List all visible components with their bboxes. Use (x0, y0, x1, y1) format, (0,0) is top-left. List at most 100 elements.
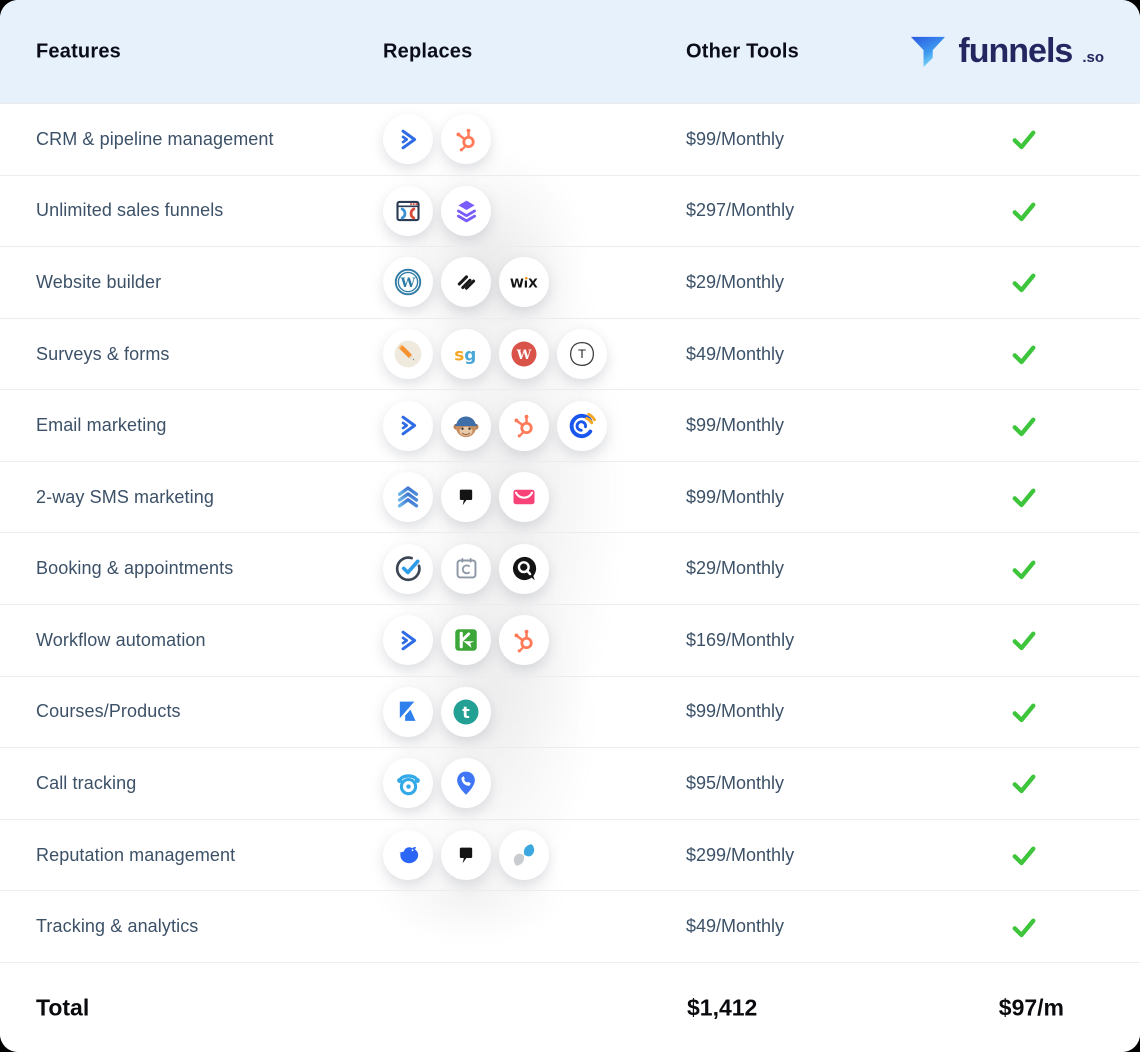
other-tools-price-cell: $49/Monthly (686, 344, 940, 365)
feature-cell: Booking & appointments (0, 558, 383, 579)
svg-text:T: T (577, 347, 586, 361)
other-tools-total: $1,412 (687, 994, 757, 1021)
other-tools-price-cell: $299/Monthly (686, 845, 940, 866)
feature-cell: 2-way SMS marketing (0, 487, 383, 508)
other-tools-price-cell: $99/Monthly (686, 701, 940, 722)
sms-chevrons-icon (383, 472, 433, 522)
other-tools-price-cell: $29/Monthly (686, 558, 940, 579)
svg-text:W: W (516, 348, 532, 363)
feature-cell: Email marketing (0, 415, 383, 436)
mailchimp-icon (441, 401, 491, 451)
feature-row: Unlimited sales funnels$297/Monthly (0, 175, 1140, 247)
activecampaign-icon (383, 615, 433, 665)
teachable-icon: t (441, 687, 491, 737)
included-check-icon (1009, 124, 1039, 154)
activecampaign-icon (383, 401, 433, 451)
funnels-included-cell (940, 912, 1140, 942)
replaces-cell (383, 114, 686, 164)
funnels-included-cell (940, 267, 1140, 297)
feature-label: Surveys & forms (36, 344, 170, 364)
feature-row: Call tracking $95/Monthly (0, 747, 1140, 819)
brand-tld: .so (1082, 49, 1104, 73)
other-tools-price: $99/Monthly (686, 701, 784, 721)
booking-q-icon (499, 544, 549, 594)
funnels-included-cell (940, 411, 1140, 441)
feature-cell: Courses/Products (0, 701, 383, 722)
funnels-total-price: $97/m (999, 994, 1064, 1021)
other-tools-price: $49/Monthly (686, 344, 784, 364)
other-tools-price-cell: $99/Monthly (686, 487, 940, 508)
feature-label: Email marketing (36, 415, 167, 435)
feature-label: Courses/Products (36, 701, 181, 721)
replaces-column-header: Replaces (383, 40, 472, 63)
feature-label: Workflow automation (36, 630, 206, 650)
pricing-comparison-table: Features Replaces Other Tools funnels .s… (0, 0, 1140, 1052)
replaces-cell (383, 615, 686, 665)
feature-row: Courses/Products t $99/Monthly (0, 676, 1140, 748)
funnels-included-cell (940, 554, 1140, 584)
other-tools-price-cell: $95/Monthly (686, 773, 940, 794)
funnels-included-cell (940, 124, 1140, 154)
funnels-included-cell (940, 625, 1140, 655)
svg-text:s: s (454, 344, 464, 364)
hubspot-icon (499, 401, 549, 451)
replaces-cell (383, 758, 686, 808)
replaces-cell: t (383, 687, 686, 737)
other-tools-price-cell: $49/Monthly (686, 916, 940, 937)
other-tools-price: $99/Monthly (686, 129, 784, 149)
feature-label: CRM & pipeline management (36, 129, 274, 149)
activecampaign-icon (383, 114, 433, 164)
feature-label: Call tracking (36, 773, 136, 793)
feature-row: Email marketing $99/Monthly (0, 389, 1140, 461)
replaces-cell (383, 401, 686, 451)
replaces-cell: sg W T (383, 329, 686, 379)
other-tools-price: $99/Monthly (686, 415, 784, 435)
feature-row: Website builder W WıX $29/Monthly (0, 246, 1140, 318)
kajabi-icon (383, 687, 433, 737)
other-tools-price: $29/Monthly (686, 558, 784, 578)
other-tools-price: $95/Monthly (686, 773, 784, 793)
funnels-included-cell (940, 339, 1140, 369)
funnels-logo: funnels .so (907, 31, 1104, 73)
phone-pin-icon (441, 758, 491, 808)
feature-row: Surveys & forms sg W T $49/Monthly (0, 318, 1140, 390)
feature-label: Reputation management (36, 845, 235, 865)
included-check-icon (1009, 768, 1039, 798)
wordpress-icon: W (383, 257, 433, 307)
keap-icon (441, 615, 491, 665)
included-check-icon (1009, 912, 1039, 942)
included-check-icon (1009, 554, 1039, 584)
other-tools-price: $49/Monthly (686, 916, 784, 936)
included-check-icon (1009, 196, 1039, 226)
other-tools-price: $299/Monthly (686, 845, 794, 865)
wix-icon: WıX (499, 257, 549, 307)
funnels-included-cell (940, 768, 1140, 798)
included-check-icon (1009, 625, 1039, 655)
calendar-icon (441, 544, 491, 594)
replaces-cell: W WıX (383, 257, 686, 307)
funnels-included-cell (940, 482, 1140, 512)
other-tools-price-cell: $29/Monthly (686, 272, 940, 293)
feature-row: CRM & pipeline management $99/Monthly (0, 103, 1140, 175)
funnels-included-cell (940, 697, 1140, 727)
birdeye-icon (383, 830, 433, 880)
replaces-cell (383, 544, 686, 594)
brand-name: funnels (958, 32, 1072, 71)
feature-cell: Website builder (0, 272, 383, 293)
included-check-icon (1009, 697, 1039, 727)
feature-row: 2-way SMS marketing $99/Monthly (0, 461, 1140, 533)
replaces-cell (383, 472, 686, 522)
included-check-icon (1009, 840, 1039, 870)
feature-rows: CRM & pipeline management $99/Monthly Unli… (0, 103, 1140, 962)
svg-text:W: W (400, 276, 416, 291)
podium-icon (441, 472, 491, 522)
total-row: Total $1,412 $97/m (0, 962, 1140, 1052)
surveygizmo-icon: sg (441, 329, 491, 379)
wufoo-icon: W (499, 329, 549, 379)
svg-text:WıX: WıX (510, 275, 538, 290)
hubspot-icon (441, 114, 491, 164)
other-tools-price-cell: $169/Monthly (686, 630, 940, 651)
replaces-cell (383, 830, 686, 880)
svg-text:g: g (464, 344, 476, 364)
included-check-icon (1009, 411, 1039, 441)
